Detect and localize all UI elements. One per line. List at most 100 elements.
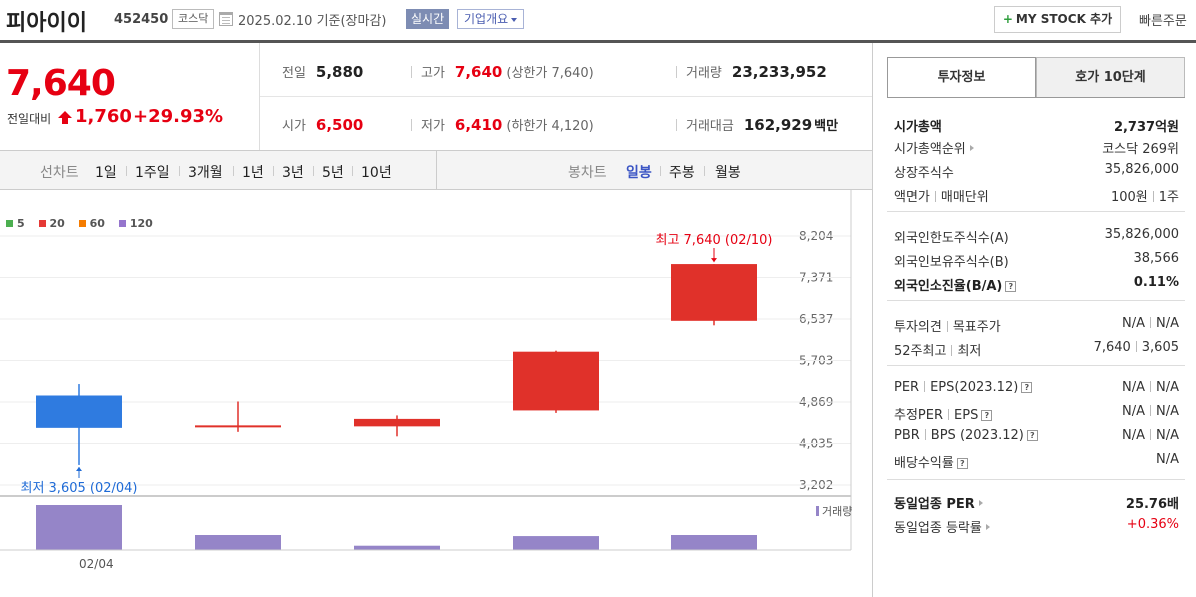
opinion-label: 투자의견 [894,320,942,335]
help-icon[interactable]: ? [981,410,993,421]
opinion-value: N/A [1122,316,1145,331]
quick-order-button[interactable]: 빠른주문 [1139,10,1187,29]
plus-icon: + [1002,12,1013,26]
divider [179,166,180,176]
help-icon[interactable]: ? [1021,382,1033,393]
row-sector-per[interactable]: 동일업종 PER 25.76배 [894,493,1179,513]
pbr-bps-values: N/A N/A [1122,428,1179,443]
arrow-right-icon [985,524,990,530]
candle[interactable] [36,384,122,465]
low-arrow-head [76,466,82,471]
high-annotation: 최고 7,640 (02/10) [655,233,772,248]
stat-volume: 거래량 23,233,952 [686,62,827,81]
change-value: 1,760 [75,106,132,127]
tab-orderbook-10[interactable]: 호가 10단계 [1036,57,1185,98]
candle-body [36,395,122,428]
tab-invest-info[interactable]: 투자정보 [887,57,1036,98]
tab-10y[interactable]: 10년 [361,162,392,182]
candle[interactable] [195,401,281,432]
divider [313,166,314,176]
divider [1150,429,1151,440]
target-price-value: N/A [1156,316,1179,331]
shares-value: 35,826,000 [1104,162,1179,177]
stats-divider [260,96,872,97]
divider [934,191,936,202]
tab-1d[interactable]: 1일 [95,162,117,182]
high-arrow-head [711,258,717,263]
tab-3m[interactable]: 3개월 [188,162,223,182]
open-label: 시가 [282,119,306,134]
pbr-bps-key: PBR BPS (2023.12)? [894,428,1038,443]
divider [660,166,661,176]
opinion-values: N/A N/A [1122,316,1179,331]
candle[interactable] [354,415,440,437]
tab-3y[interactable]: 3년 [282,162,304,182]
divider [704,166,705,176]
prev-close-value: 5,880 [315,63,364,81]
face-value-key: 액면가 매매단위 [894,186,989,205]
market-badge: 코스닥 [172,9,215,29]
sector-change-label: 동일업종 등락률 [894,521,982,536]
divider [411,66,412,78]
foreign-rate-label: 외국인소진율(B/A) [894,279,1003,294]
est-eps-label: EPS [954,408,979,423]
mystock-label: MY STOCK 추가 [1015,12,1113,26]
tab-1w[interactable]: 1주일 [135,162,170,182]
divider [1152,191,1154,202]
bps-value: N/A [1156,428,1179,443]
row-dividend: 배당수익률? N/A [894,452,1179,472]
tab-weekly[interactable]: 주봉 [669,162,695,182]
stock-name: 피아이이 [6,11,87,36]
tab-daily[interactable]: 일봉 [626,162,652,182]
trade-unit-value: 1주 [1158,190,1179,205]
sector-per-value: 25.76배 [1125,497,1179,512]
foreign-limit-value: 35,826,000 [1104,227,1179,242]
corp-info-button[interactable]: 기업개요 [457,9,525,29]
stat-amount: 거래대금 162,929 백만 [686,115,838,134]
tab-5y[interactable]: 5년 [322,162,344,182]
divider [411,119,412,131]
stat-prev-close: 전일 5,880 [282,62,363,81]
per-eps-values: N/A N/A [1122,380,1179,395]
help-icon[interactable]: ? [956,458,968,469]
divider [676,119,677,131]
face-value-label: 액면가 [894,190,930,205]
w52-low-value: 3,605 [1141,340,1179,355]
divider [887,365,1185,366]
help-icon[interactable]: ? [1005,281,1017,292]
amount-value: 162,929 [743,116,813,134]
candle[interactable] [513,350,599,413]
tab-monthly[interactable]: 월봉 [715,162,741,182]
candle-body [354,418,440,427]
divider [1135,341,1137,352]
divider [887,479,1185,480]
chart-canvas[interactable]: 3,2024,0354,8695,7036,5377,3718,204 거래량 … [0,190,872,597]
amount-label: 거래대금 [686,119,734,134]
live-button[interactable]: 실시간 [406,9,450,29]
sector-per-key: 동일업종 PER [894,493,983,512]
row-market-cap-rank[interactable]: 시가총액순위 코스닥 269위 [894,138,1179,158]
foreign-limit-label: 외국인한도주식수(A) [894,231,1009,246]
volume-bar [354,545,440,550]
bps-label: BPS (2023.12) [930,428,1024,443]
change-label: 전일대비 [7,112,52,126]
market-cap-rank-label: 시가총액순위 [894,142,966,157]
candle-chart-label: 봉차트 [568,165,607,181]
row-foreign-hold: 외국인보유주식수(B) 38,566 [894,251,1179,271]
help-icon[interactable]: ? [1026,430,1038,441]
candle-body [671,264,757,321]
candle[interactable] [671,264,757,326]
tab-1y[interactable]: 1년 [242,162,264,182]
stat-open: 시가 6,500 [282,115,363,134]
divider [436,151,437,190]
high-label: 고가 [421,66,445,81]
prev-close-label: 전일 [282,66,306,81]
divider [951,345,953,356]
pbr-label: PBR [894,428,920,443]
row-sector-change[interactable]: 동일업종 등락률 +0.36% [894,517,1179,537]
date-text: 2025.02.10 기준(장마감) [238,14,387,29]
market-cap-rank-value: 코스닥 269위 [1102,142,1179,157]
change-percent: +29.93% [133,106,224,127]
mystock-add-button[interactable]: + MY STOCK 추가 [994,6,1121,33]
foreign-hold-label: 외국인보유주식수(B) [894,255,1009,270]
